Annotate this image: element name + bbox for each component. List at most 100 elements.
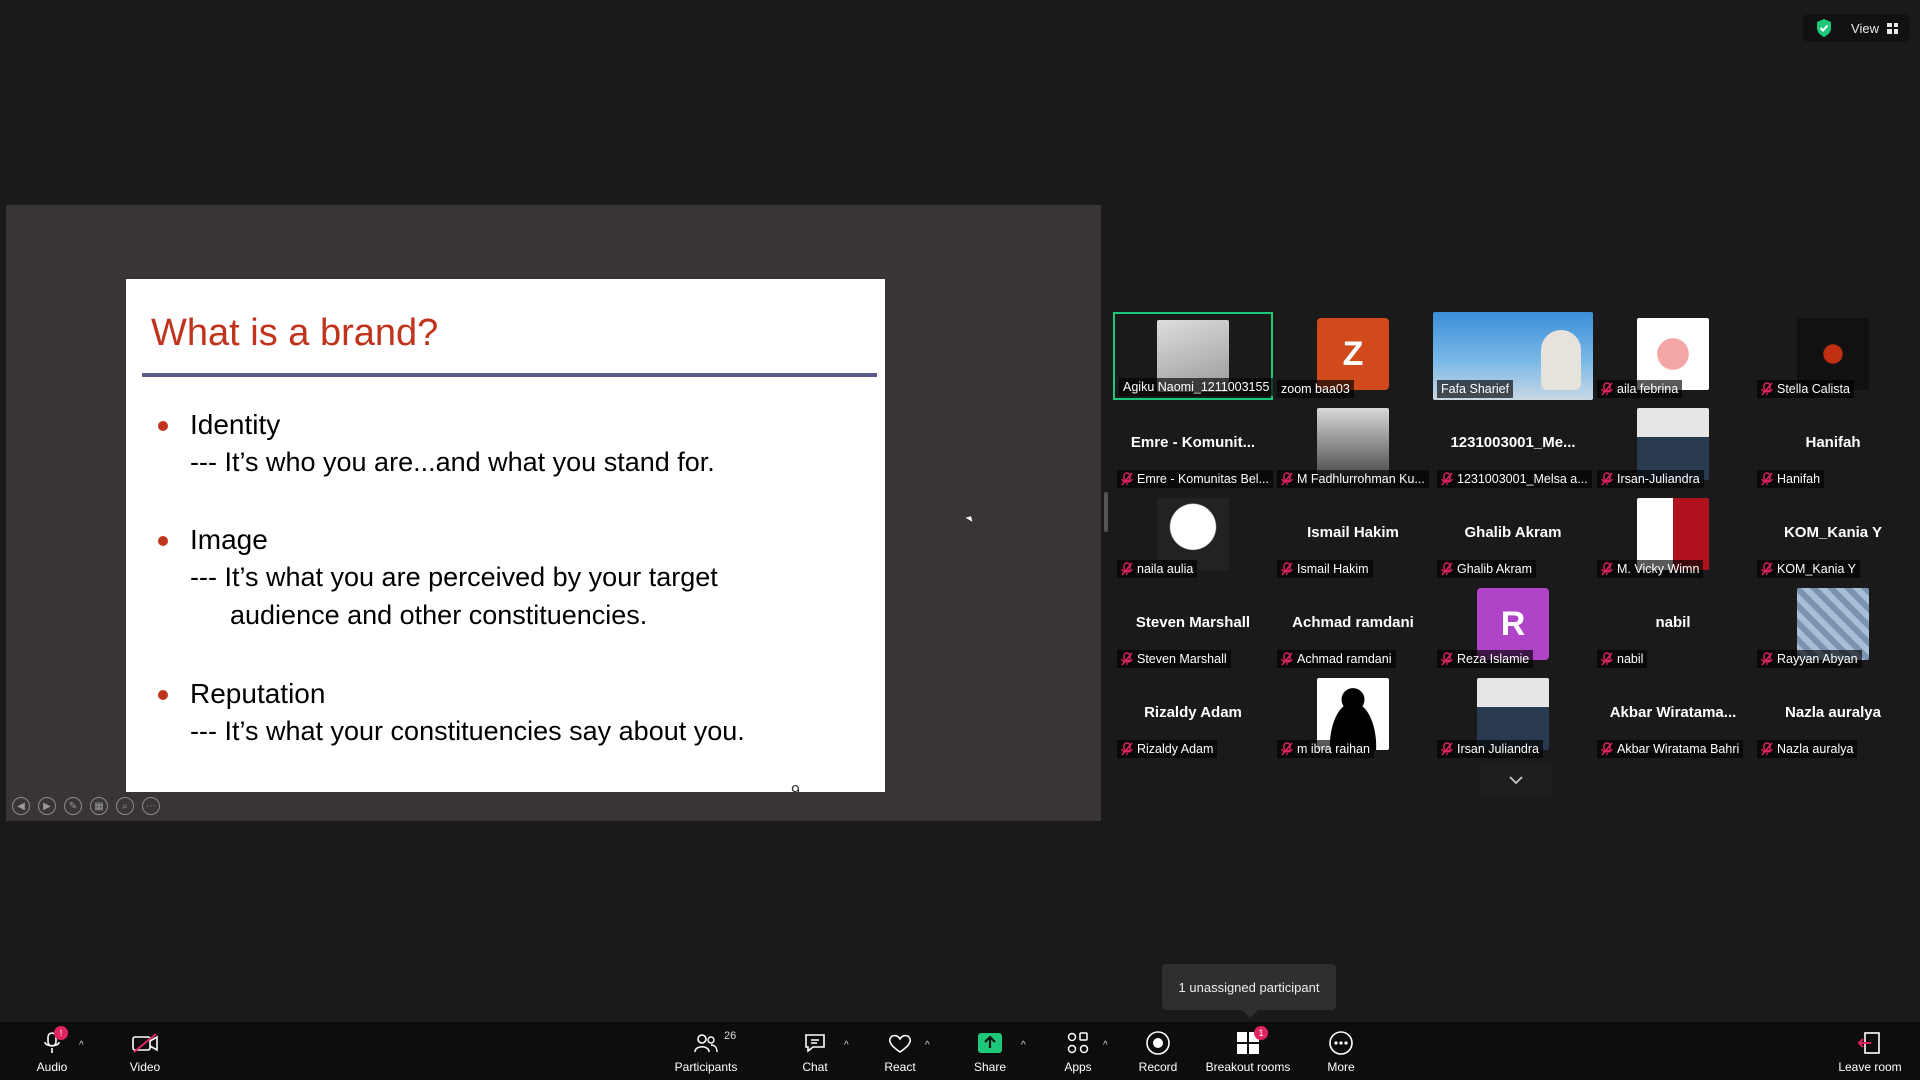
participant-tile[interactable]: Rayyan Abyan xyxy=(1753,582,1913,670)
participant-tile[interactable]: M Fadhlurrohman Ku... xyxy=(1273,402,1433,490)
participant-display-name: KOM_Kania Y xyxy=(1783,524,1883,541)
participant-tile[interactable]: Irsan Juliandra xyxy=(1433,672,1593,760)
participant-tile[interactable]: KOM_Kania Y KOM_Kania Y xyxy=(1753,492,1913,580)
bullet-dot xyxy=(158,690,168,700)
participant-name-label: Reza Islamie xyxy=(1437,650,1534,668)
mic-muted-icon xyxy=(1761,472,1773,486)
video-off-icon xyxy=(132,1033,158,1053)
apps-button[interactable]: Apps xyxy=(1037,1030,1119,1074)
participant-name-label: nabil xyxy=(1597,650,1648,668)
more-button[interactable]: More xyxy=(1300,1030,1382,1074)
chat-button[interactable]: Chat xyxy=(774,1030,856,1074)
slide-page-number: 9 xyxy=(791,783,800,800)
share-options-caret-icon[interactable]: ^ xyxy=(1021,1040,1026,1051)
mic-muted-icon xyxy=(1281,742,1293,756)
participant-name: 1231003001_Melsa a... xyxy=(1457,472,1588,486)
share-button[interactable]: Share xyxy=(949,1030,1031,1074)
mic-muted-icon xyxy=(1121,652,1133,666)
participant-tile[interactable]: m ibra raihan xyxy=(1273,672,1433,760)
chat-options-caret-icon[interactable]: ^ xyxy=(844,1040,849,1051)
participant-tile[interactable]: Nazla auralya Nazla auralya xyxy=(1753,672,1913,760)
previous-slide-icon[interactable]: ◀ xyxy=(12,797,30,815)
participant-name: aila febrina xyxy=(1617,382,1679,396)
participant-name-label: m ibra raihan xyxy=(1277,740,1374,758)
zoom-icon[interactable]: ⌕ xyxy=(116,797,134,815)
audio-options-caret-icon[interactable]: ^ xyxy=(79,1040,84,1051)
record-icon-wrap xyxy=(1145,1030,1171,1056)
participant-display-name: Akbar Wiratama... xyxy=(1609,704,1737,721)
more-label: More xyxy=(1327,1060,1355,1074)
bullet-dot xyxy=(158,536,168,546)
mic-muted-icon xyxy=(1761,562,1773,576)
next-slide-icon[interactable]: ▶ xyxy=(38,797,56,815)
participant-tile[interactable]: aila febrina xyxy=(1593,312,1753,400)
mic-muted-icon xyxy=(1121,562,1133,576)
participant-tile[interactable]: Rizaldy Adam Rizaldy Adam xyxy=(1113,672,1273,760)
participants-button[interactable]: 26 Participants xyxy=(665,1030,747,1074)
share-icon-wrap xyxy=(977,1030,1003,1056)
breakout-rooms-button[interactable]: 1 Breakout rooms xyxy=(1203,1026,1293,1074)
participant-tile[interactable]: 1231003001_Me... 1231003001_Melsa a... xyxy=(1433,402,1593,490)
participant-tile[interactable]: Achmad ramdani Achmad ramdani xyxy=(1273,582,1433,670)
participant-tile[interactable]: R Reza Islamie xyxy=(1433,582,1593,670)
participant-tile[interactable]: M. Vicky Wimn xyxy=(1593,492,1753,580)
participant-tile[interactable]: Steven Marshall Steven Marshall xyxy=(1113,582,1273,670)
audio-button[interactable]: ! Audio xyxy=(11,1026,93,1074)
more-options-icon[interactable]: ⋯ xyxy=(142,797,160,815)
shield-check-icon[interactable] xyxy=(1815,18,1833,38)
mic-muted-icon xyxy=(1761,652,1773,666)
participant-tile[interactable]: Emre - Komunit... Emre - Komunitas Bel... xyxy=(1113,402,1273,490)
react-label: React xyxy=(884,1060,916,1074)
shared-screen[interactable]: What is a brand? Identity --- It’s who y… xyxy=(6,205,1101,821)
bullet-head: Image xyxy=(190,524,268,555)
bullet-body: --- It’s what you are perceived by your … xyxy=(190,558,718,634)
participant-tile[interactable]: Irsan-Juliandra xyxy=(1593,402,1753,490)
audio-warning-badge: ! xyxy=(54,1026,68,1040)
mic-muted-icon xyxy=(1121,742,1133,756)
participant-name-label: Ismail Hakim xyxy=(1277,560,1373,578)
presentation-slide: What is a brand? Identity --- It’s who y… xyxy=(126,279,885,792)
participant-tile[interactable]: Ghalib Akram Ghalib Akram xyxy=(1433,492,1593,580)
leave-room-button[interactable]: Leave room xyxy=(1830,1030,1910,1074)
react-options-caret-icon[interactable]: ^ xyxy=(925,1040,930,1051)
participants-label: Participants xyxy=(674,1060,738,1074)
participant-name-label: Steven Marshall xyxy=(1117,650,1231,668)
bullet-line-2: audience and other constituencies. xyxy=(230,600,648,630)
react-button[interactable]: React xyxy=(859,1030,941,1074)
participant-name-label: Emre - Komunitas Bel... xyxy=(1117,470,1273,488)
participant-name: Ghalib Akram xyxy=(1457,562,1533,576)
participant-tile[interactable]: Agiku Naomi_1211003155 xyxy=(1113,312,1274,400)
participant-tile[interactable]: Hanifah Hanifah xyxy=(1753,402,1913,490)
participant-name: m ibra raihan xyxy=(1297,742,1370,756)
participant-tile[interactable]: Fafa Sharief xyxy=(1433,312,1593,400)
chat-icon-wrap xyxy=(803,1030,827,1056)
participant-name: M. Vicky Wimn xyxy=(1617,562,1700,576)
participant-tile[interactable]: Akbar Wiratama... Akbar Wiratama Bahri xyxy=(1593,672,1753,760)
mic-muted-icon xyxy=(1441,742,1453,756)
video-button[interactable]: Video xyxy=(104,1030,186,1074)
scroll-down-button[interactable] xyxy=(1479,765,1553,795)
pen-icon[interactable]: ✎ xyxy=(64,797,82,815)
participant-tile[interactable]: Stella Calista xyxy=(1753,312,1913,400)
view-button[interactable]: View xyxy=(1851,21,1898,36)
mic-muted-icon xyxy=(1281,562,1293,576)
bullet-head: Identity xyxy=(190,409,281,440)
video-label: Video xyxy=(129,1060,161,1074)
slide-title: What is a brand? xyxy=(151,312,439,354)
participant-display-name: Emre - Komunit... xyxy=(1130,434,1256,451)
participant-tile[interactable]: nabil nabil xyxy=(1593,582,1753,670)
participant-tile[interactable]: naila aulia xyxy=(1113,492,1273,580)
mic-muted-icon xyxy=(1601,382,1613,396)
slides-grid-icon[interactable]: ▦ xyxy=(90,797,108,815)
participant-tile[interactable]: Zzoom baa03 xyxy=(1273,312,1433,400)
panel-resize-handle[interactable] xyxy=(1104,492,1108,532)
bullet-head: Reputation xyxy=(190,678,326,709)
participant-tile[interactable]: Ismail Hakim Ismail Hakim xyxy=(1273,492,1433,580)
bullet-line: --- It’s what you are perceived by your … xyxy=(190,562,718,592)
record-button[interactable]: Record xyxy=(1117,1030,1199,1074)
bullet-dot xyxy=(158,421,168,431)
participant-name: Emre - Komunitas Bel... xyxy=(1137,472,1269,486)
zoom-meeting-window: View What is a brand? Identity --- It’s … xyxy=(0,0,1920,1080)
video-icon-wrap xyxy=(131,1030,159,1056)
apps-options-caret-icon[interactable]: ^ xyxy=(1103,1040,1108,1051)
